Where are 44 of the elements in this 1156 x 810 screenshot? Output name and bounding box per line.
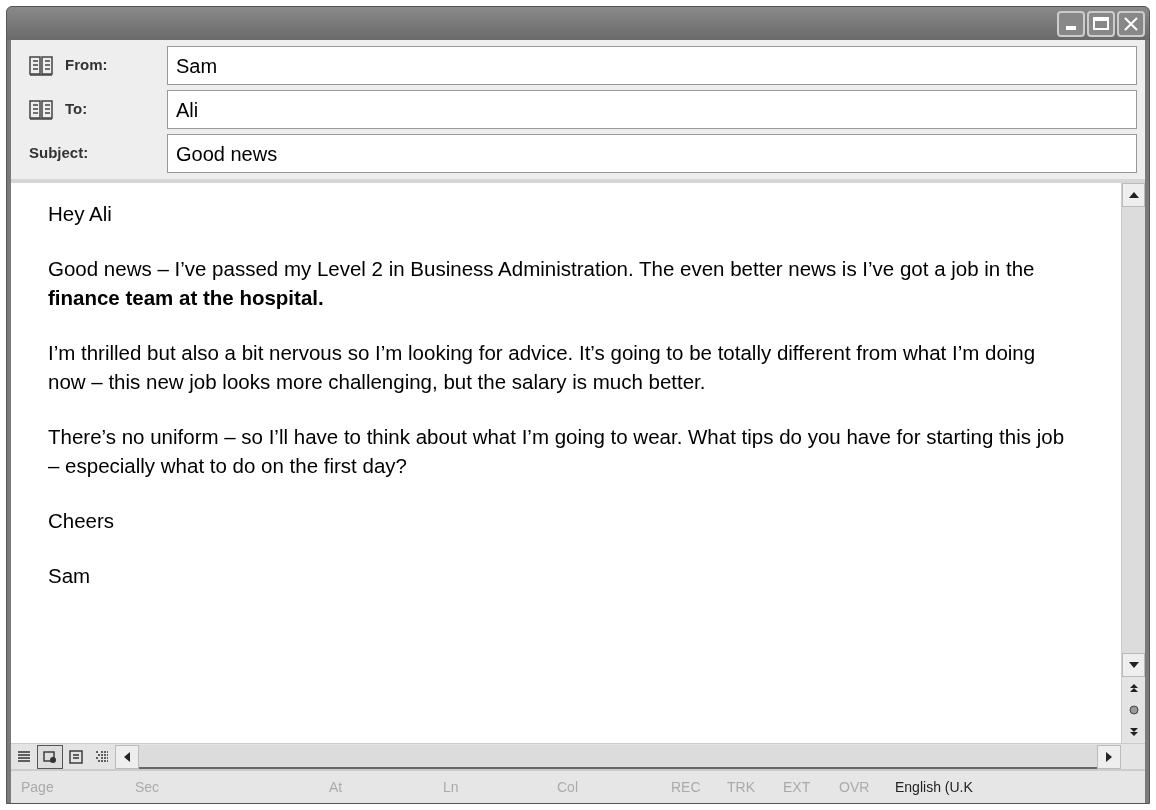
status-item: Page <box>20 777 55 797</box>
close-icon <box>1123 15 1139 32</box>
input-field[interactable]: Good news <box>167 134 1137 173</box>
paragraph: Hey Ali <box>48 201 113 227</box>
scroll-left-button[interactable] <box>115 744 139 769</box>
input-field[interactable]: Sam <box>167 46 1137 85</box>
address-book-icon[interactable] <box>29 98 53 121</box>
left-arrow-icon <box>124 751 130 762</box>
status-item: At <box>328 777 344 797</box>
double-up-arrow-icon <box>1128 683 1139 693</box>
minimize-button[interactable] <box>1057 10 1085 37</box>
field-label: To: <box>65 99 88 120</box>
paragraph: There’s no uniform – so I’ll have to think about what I’m going to wear. What tips do you have for starting this job – especially what to do on the first day? <box>48 424 1066 479</box>
paragraph: Good news – I’ve passed my Level 2 in Business Administration. The even better news is I’ve got a job in the finance team at the hospital. <box>48 256 1036 311</box>
paragraph: I’m thrilled but also a bit nervous so I’m looking for advice. It’s going to be totally different from what I’m doing now – this new job looks more challenging, but the salary is much better. <box>48 340 1037 395</box>
close-button[interactable] <box>1117 10 1145 37</box>
paragraph: Cheers <box>48 508 116 534</box>
down-arrow-icon <box>1128 662 1139 668</box>
scroll-right-button[interactable] <box>1097 744 1121 769</box>
page-icon <box>69 749 83 764</box>
scroll-down-button[interactable] <box>1122 653 1145 677</box>
status-item: REC <box>670 777 702 797</box>
web-layout-icon <box>43 749 57 764</box>
paragraph: Sam <box>48 563 92 589</box>
status-item: English (U.K <box>894 777 974 797</box>
status-item: Ln <box>442 777 460 797</box>
scroll-up-button[interactable] <box>1122 183 1145 207</box>
address-book-icon[interactable] <box>29 54 53 77</box>
outline-icon <box>95 749 109 764</box>
status-item: Col <box>556 777 579 797</box>
lines-icon <box>17 749 31 764</box>
status-item: OVR <box>838 777 871 797</box>
field-label: Subject: <box>29 143 89 164</box>
right-arrow-icon <box>1106 751 1112 762</box>
double-down-arrow-icon <box>1128 727 1139 737</box>
status-item: EXT <box>782 777 812 797</box>
input-field[interactable]: Ali <box>167 90 1137 129</box>
field-label: From: <box>65 55 108 76</box>
maximize-button[interactable] <box>1087 10 1115 37</box>
view-button[interactable] <box>37 744 63 769</box>
up-arrow-icon <box>1128 192 1139 198</box>
circle-icon <box>1128 705 1139 715</box>
status-item: TRK <box>726 777 756 797</box>
status-item: Sec <box>134 777 161 797</box>
